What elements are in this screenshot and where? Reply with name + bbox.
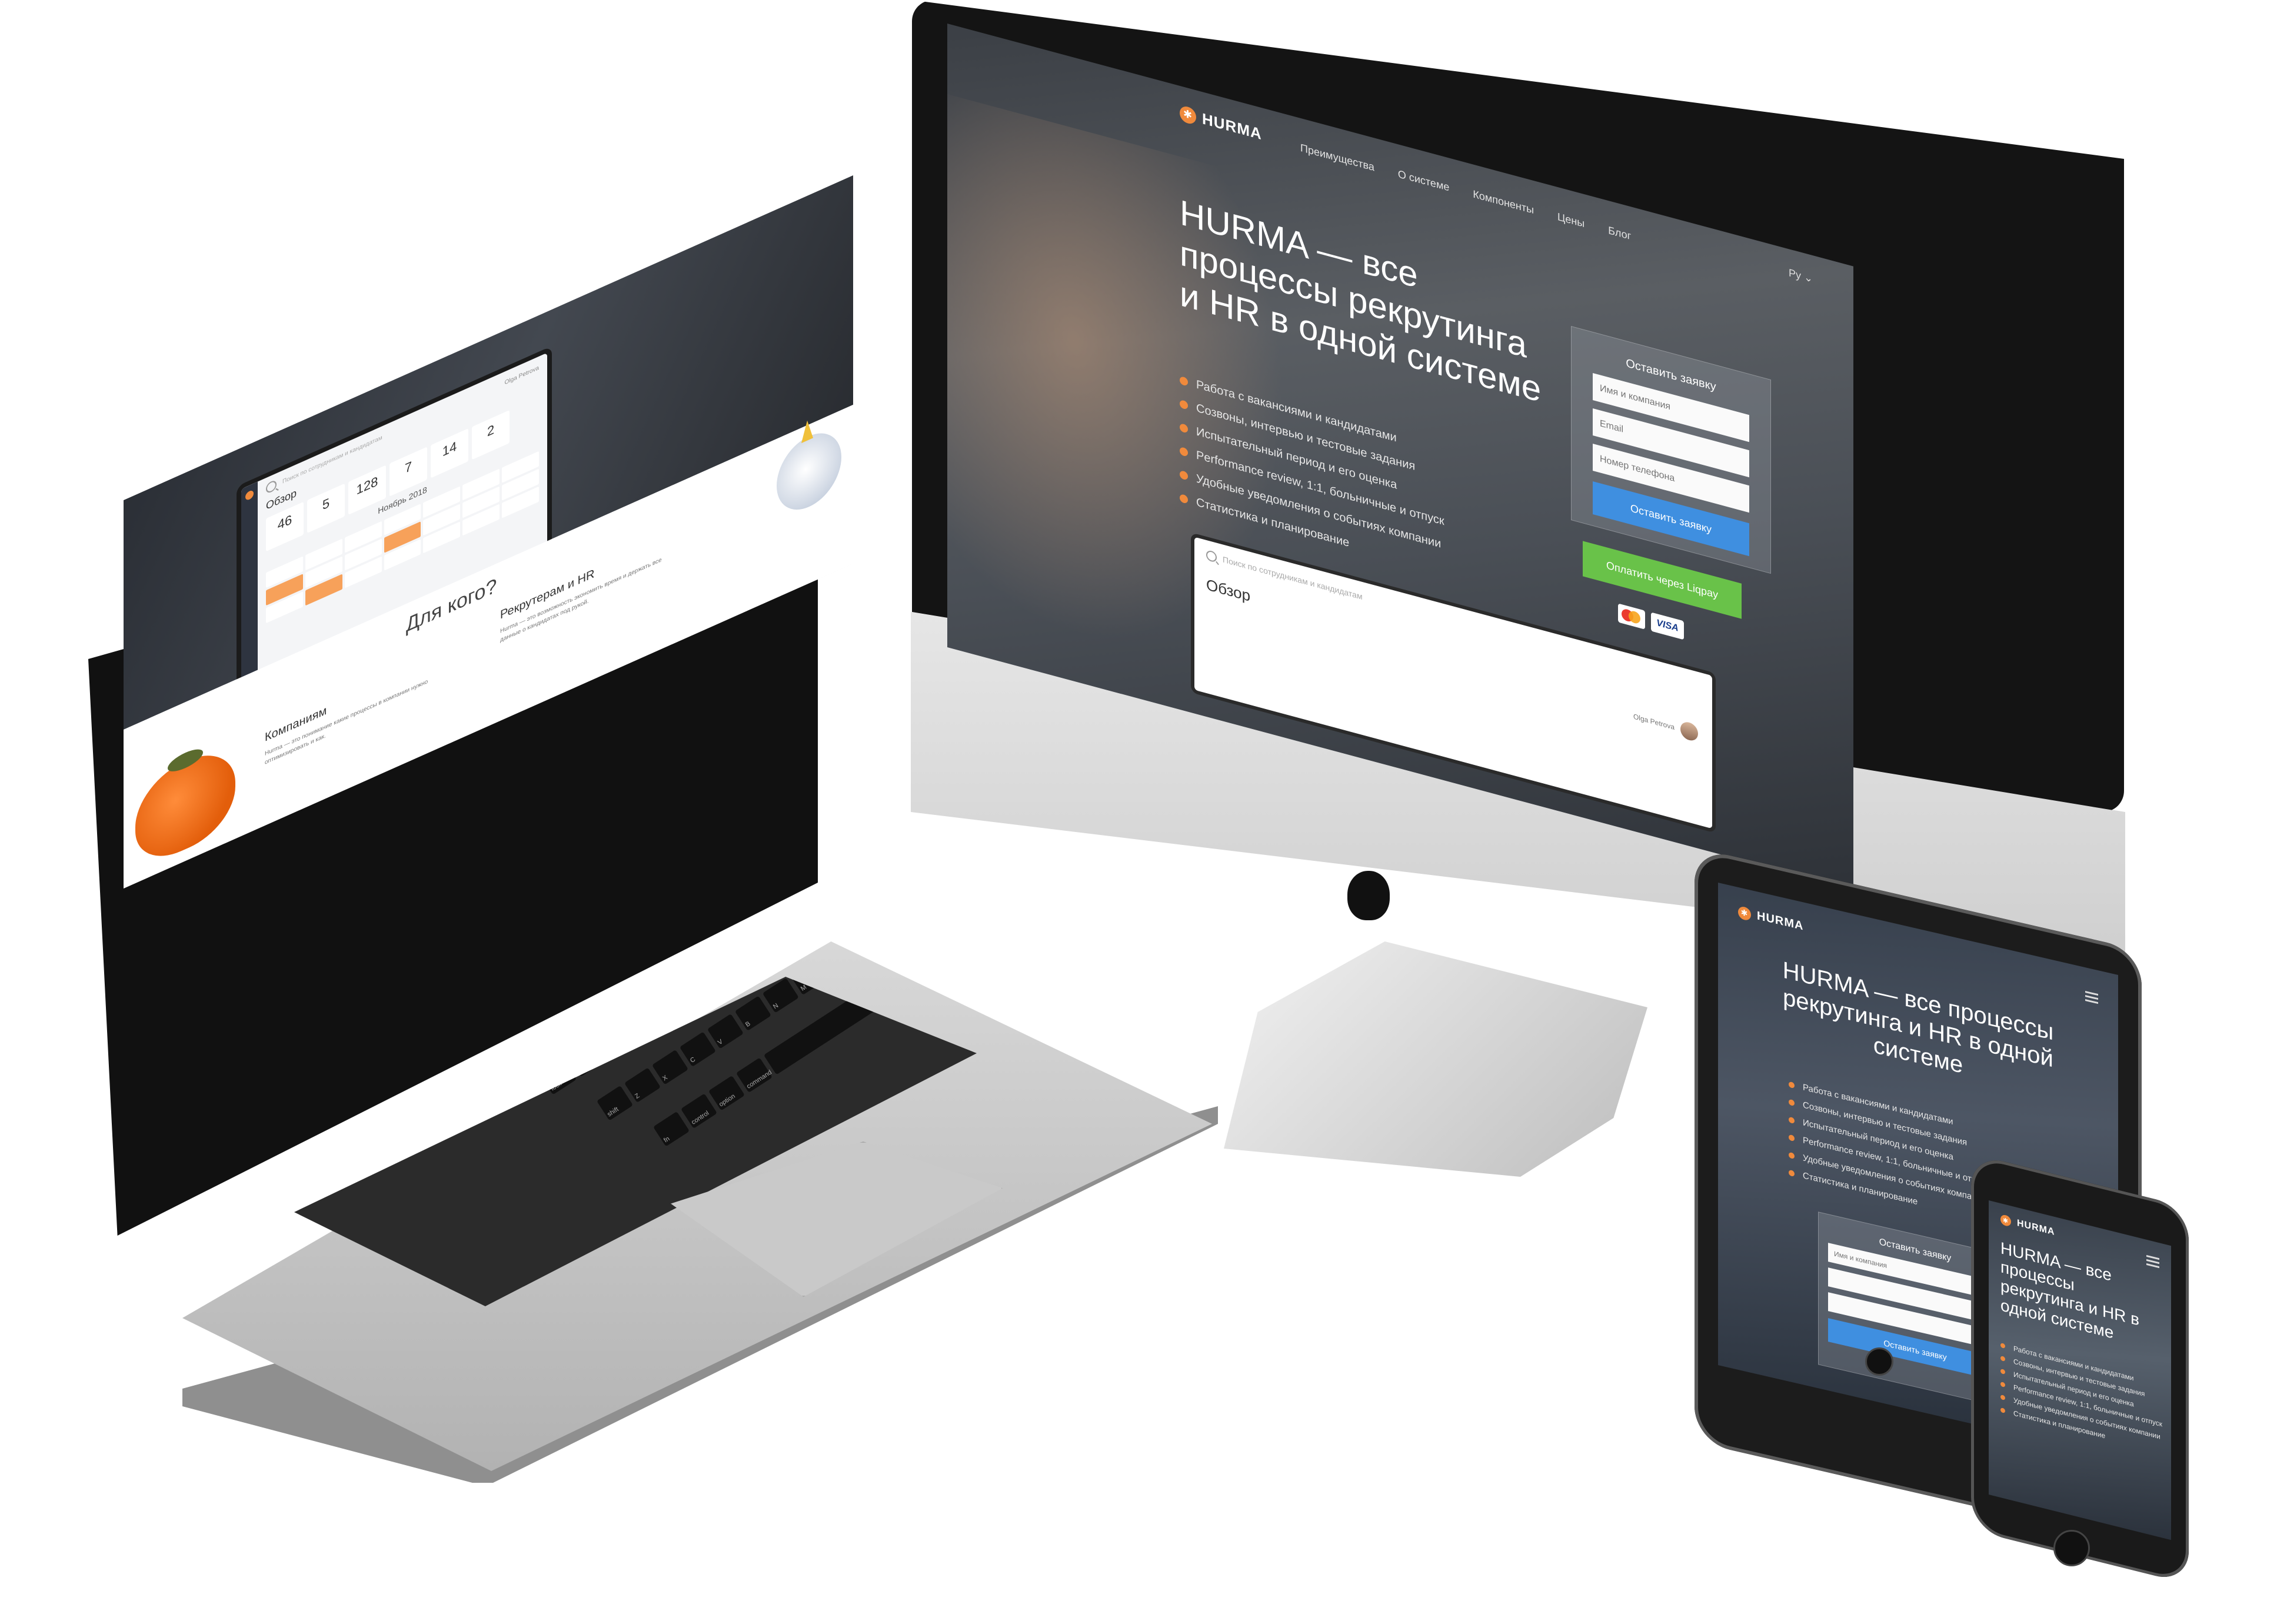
keyboard-key[interactable]: option xyxy=(708,1075,745,1111)
hurma-logo-icon: ✱ xyxy=(2000,1213,2011,1227)
language-label: Ру xyxy=(1789,267,1802,282)
keyboard-key[interactable]: control xyxy=(680,1093,718,1129)
bullet-dot-icon xyxy=(1180,422,1188,434)
nav-item-about[interactable]: О системе xyxy=(1398,168,1450,194)
keyboard-key[interactable]: F xyxy=(650,987,687,1023)
hurma-logo[interactable]: ✱ HURMA xyxy=(1738,905,1803,934)
keyboard-key[interactable]: V xyxy=(707,1013,744,1049)
keyboard-key[interactable]: } xyxy=(815,818,852,854)
bullet-dot-icon xyxy=(2000,1342,2005,1349)
keyboard-key[interactable]: caps lock xyxy=(540,1059,577,1095)
hurma-logo[interactable]: ✱ HURMA xyxy=(2000,1213,2055,1238)
keyboard-key[interactable]: : xyxy=(817,880,853,916)
nav-item-pricing[interactable]: Цены xyxy=(1557,211,1584,230)
keyboard-key[interactable]: K xyxy=(761,916,798,951)
feature-list: Работа с вакансиями и кандидатами Созвон… xyxy=(2000,1339,2165,1457)
keyboard-key[interactable]: H xyxy=(705,977,743,987)
hero-title: HURMA — все процессы рекрутинга и HR в о… xyxy=(2000,1238,2140,1342)
keyboard-key[interactable]: X xyxy=(651,1049,688,1085)
imac-stand xyxy=(1224,941,1647,1177)
payment-cards: VISA xyxy=(1618,603,1684,640)
bullet-dot-icon xyxy=(1180,399,1188,410)
keyboard-key[interactable]: L xyxy=(789,898,825,933)
keyboard-key[interactable]: ? xyxy=(873,906,910,941)
keyboard-key[interactable]: S xyxy=(595,1023,632,1059)
nav-item-blog[interactable]: Блог xyxy=(1608,224,1631,242)
bullet-dot-icon xyxy=(1789,1081,1795,1089)
bullet-dot-icon xyxy=(2000,1381,2005,1387)
hurma-logo-icon: ✱ xyxy=(1738,905,1751,921)
unicorn-image xyxy=(777,421,841,521)
phone-home-button[interactable] xyxy=(2053,1530,2090,1566)
bullet-dot-icon xyxy=(1180,493,1188,504)
bullet-dot-icon xyxy=(2000,1407,2005,1413)
hurma-logo[interactable]: ✱ HURMA xyxy=(1180,104,1262,144)
bullet-dot-icon xyxy=(1789,1134,1795,1142)
keyboard-key[interactable]: Z xyxy=(624,1067,661,1103)
bullet-dot-icon xyxy=(2000,1394,2005,1400)
bullet-dot-icon xyxy=(1180,375,1188,387)
nav-item-components[interactable]: Компоненты xyxy=(1473,188,1534,217)
menu-icon[interactable] xyxy=(2146,1254,2159,1269)
companies-block: Компаниям Hurma — это понимание какие пр… xyxy=(265,653,441,768)
apple-logo-icon xyxy=(1347,871,1390,920)
hero-title: HURMA — все процессы рекрутинга и HR в о… xyxy=(1782,957,2054,1079)
lead-form: Оставить заявку Оставить заявку xyxy=(1571,326,1771,574)
search-icon xyxy=(266,479,277,495)
bullet-dot-icon xyxy=(1789,1152,1795,1160)
keyboard-key[interactable]: B xyxy=(734,996,771,1031)
bullet-dot-icon xyxy=(1180,446,1188,457)
app-section-title: Обзор xyxy=(1206,575,1251,605)
bullet-dot-icon xyxy=(1789,1099,1795,1107)
language-select[interactable]: Ру ⌄ xyxy=(1789,267,1813,285)
keyboard-key[interactable]: return xyxy=(872,844,908,880)
keyboard-key[interactable]: shift xyxy=(901,888,937,923)
bullet-dot-icon xyxy=(1789,1116,1795,1124)
site-header: ✱ HURMA xyxy=(1180,104,1262,144)
keyboard-key[interactable]: shift xyxy=(597,1085,634,1121)
bullet-dot-icon xyxy=(2000,1368,2005,1375)
tablet-home-button[interactable] xyxy=(1865,1347,1893,1376)
hurma-logo-icon xyxy=(245,489,254,501)
mastercard-icon xyxy=(1618,603,1645,630)
menu-icon[interactable] xyxy=(2085,991,2098,1004)
chevron-down-icon: ⌄ xyxy=(1804,271,1813,285)
phone-screen: ✱ HURMA HURMA — все процессы рекрутинга … xyxy=(1989,1200,2171,1540)
keyboard-key[interactable]: D xyxy=(622,1006,660,1041)
visa-icon: VISA xyxy=(1651,612,1684,640)
brand-name: HURMA xyxy=(1202,109,1262,144)
bullet-dot-icon xyxy=(1180,470,1188,481)
keyboard-key[interactable]: command xyxy=(735,1057,773,1093)
keyboard-key[interactable]: J xyxy=(734,934,770,969)
keyboard-key[interactable]: G xyxy=(678,977,715,1006)
bullet-dot-icon xyxy=(2000,1355,2005,1362)
nav-item-advantages[interactable]: Преимущества xyxy=(1300,142,1374,174)
keyboard-key[interactable]: A xyxy=(567,1041,605,1077)
search-icon xyxy=(1206,549,1217,563)
hurma-logo-icon: ✱ xyxy=(1180,104,1196,125)
bullet-dot-icon xyxy=(1789,1169,1795,1177)
keyboard-key[interactable]: C xyxy=(679,1031,716,1067)
keyboard-key[interactable]: option xyxy=(924,936,960,971)
app-sidebar xyxy=(241,481,258,701)
keyboard-key[interactable]: " xyxy=(844,862,881,897)
keyboard-key[interactable]: fn xyxy=(653,1111,690,1147)
